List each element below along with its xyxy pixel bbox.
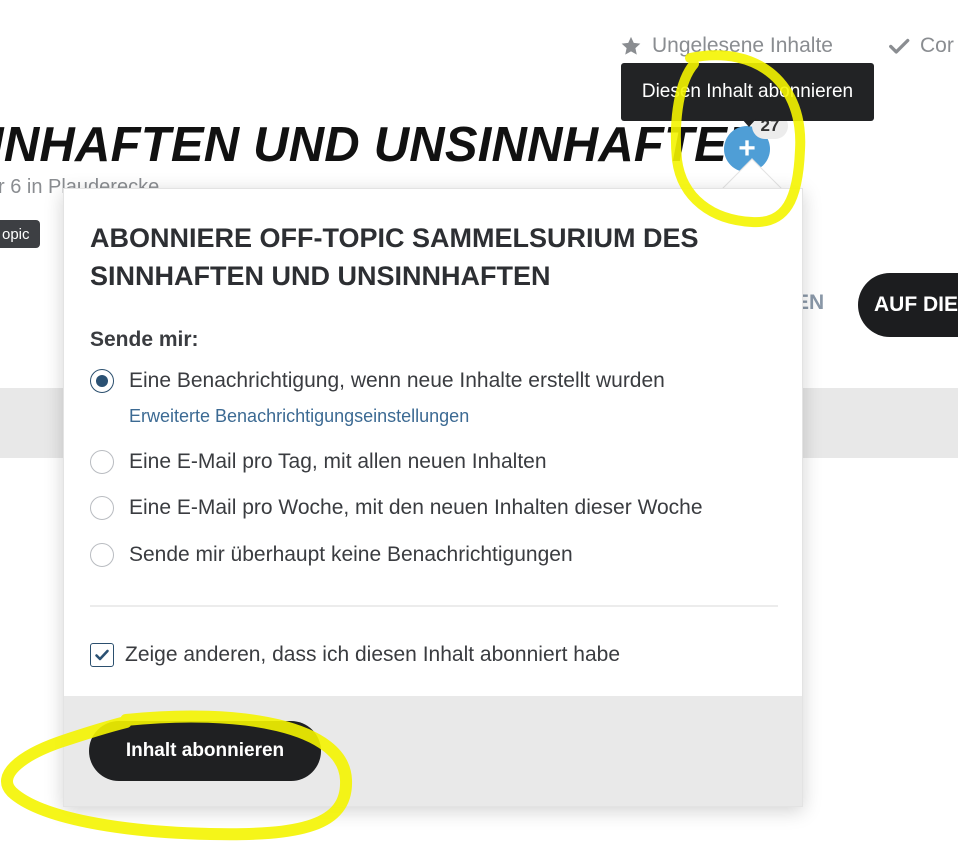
option-daily-email[interactable]: Eine E-Mail pro Tag, mit allen neuen Inh… <box>90 450 547 474</box>
radio-daily-email[interactable] <box>90 450 114 474</box>
checkmark-icon <box>95 649 109 661</box>
star-icon <box>620 35 642 57</box>
background-pill-button[interactable]: AUF DIE <box>858 273 958 337</box>
show-others-option[interactable]: Zeige anderen, dass ich diesen Inhalt ab… <box>90 643 620 667</box>
tooltip: Diesen Inhalt abonnieren <box>621 63 874 121</box>
unread-content-label: Ungelesene Inhalte <box>652 34 833 57</box>
radio-no-notifications[interactable] <box>90 543 114 567</box>
top-links: Ungelesene Inhalte Cor <box>620 34 958 62</box>
popup-footer: Inhalt abonnieren <box>64 696 802 806</box>
popup-divider <box>90 605 778 607</box>
advanced-notification-settings-link[interactable]: Erweiterte Benachrichtigungseinstellunge… <box>129 406 469 427</box>
topic-title: INHAFTEN UND UNSINNHAFTEN <box>0 118 763 172</box>
content-link[interactable]: Cor <box>888 34 954 58</box>
show-others-label: Zeige anderen, dass ich diesen Inhalt ab… <box>125 643 621 666</box>
option-weekly-email-label: Eine E-Mail pro Woche, mit den neuen Inh… <box>129 496 703 519</box>
option-no-notifications[interactable]: Sende mir überhaupt keine Benachrichtigu… <box>90 543 573 567</box>
checkmark-icon <box>888 35 910 57</box>
show-others-checkbox[interactable] <box>90 643 114 667</box>
send-me-label: Sende mir: <box>90 328 199 351</box>
radio-notification[interactable] <box>90 369 114 393</box>
tooltip-text: Diesen Inhalt abonnieren <box>641 81 854 102</box>
option-daily-email-label: Eine E-Mail pro Tag, mit allen neuen Inh… <box>129 450 547 473</box>
radio-weekly-email[interactable] <box>90 496 114 520</box>
subscribe-content-button[interactable]: Inhalt abonnieren <box>89 721 321 781</box>
option-notification[interactable]: Eine Benachrichtigung, wenn neue Inhalte… <box>90 369 665 393</box>
subscribe-popup: ABONNIERE OFF-TOPIC SAMMELSURIUM DES SIN… <box>63 188 803 807</box>
popup-title: ABONNIERE OFF-TOPIC SAMMELSURIUM DES SIN… <box>90 223 699 291</box>
content-link-label: Cor <box>920 34 954 57</box>
option-weekly-email[interactable]: Eine E-Mail pro Woche, mit den neuen Inh… <box>90 496 703 520</box>
option-no-notifications-label: Sende mir überhaupt keine Benachrichtigu… <box>129 543 573 566</box>
option-notification-label: Eine Benachrichtigung, wenn neue Inhalte… <box>129 369 665 392</box>
tooltip-arrow <box>742 119 756 127</box>
topic-tag[interactable]: opic <box>0 220 40 248</box>
unread-content-link[interactable]: Ungelesene Inhalte <box>620 34 833 58</box>
